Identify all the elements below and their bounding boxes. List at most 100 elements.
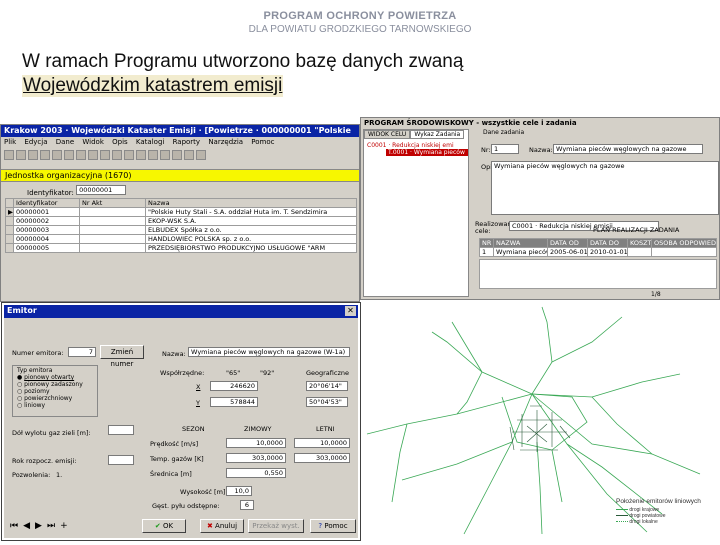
menu-edit[interactable]: Edycja [24, 138, 47, 146]
height-field[interactable]: 10,0 [226, 486, 252, 496]
menu-file[interactable]: Plik [4, 138, 16, 146]
start-year-field[interactable] [108, 455, 134, 465]
cell-akt[interactable] [79, 207, 146, 217]
id-field[interactable]: 00000001 [76, 185, 127, 195]
last-record-icon[interactable] [160, 150, 170, 160]
cell-task-name[interactable]: Wymiana pieców [493, 247, 548, 257]
cell-cost[interactable] [627, 247, 652, 257]
first-record-icon[interactable] [124, 150, 134, 160]
velocity-winter-field[interactable]: 10,0000 [226, 438, 286, 448]
new-record-icon[interactable] [172, 150, 182, 160]
cell-nr[interactable]: 1 [479, 247, 494, 257]
cell-responsible[interactable] [651, 247, 717, 257]
cell-name[interactable]: PRZEDSIĘBIORSTWO PRODUKCYJNO USŁUGOWE "A… [145, 243, 357, 253]
sort-icon[interactable] [112, 150, 122, 160]
help-button[interactable]: ? Pomoc [310, 519, 356, 533]
col-cost[interactable]: KOSZT [627, 238, 652, 248]
col-nr[interactable]: NR [479, 238, 494, 248]
cut-icon[interactable] [52, 150, 62, 160]
name-field[interactable]: Wymiana pieców węglowych na gazowe [553, 144, 703, 154]
menu-data[interactable]: Dane [56, 138, 74, 146]
help-icon[interactable] [196, 150, 206, 160]
delete-record-icon[interactable] [184, 150, 194, 160]
prev-record-icon[interactable]: ◀ [23, 521, 35, 531]
col-responsible[interactable]: OSOBA ODPOWIED [651, 238, 717, 248]
cell-akt[interactable] [79, 216, 146, 226]
diameter-winter-field[interactable]: 0,550 [226, 468, 286, 478]
col-task-name[interactable]: NAZWA [493, 238, 548, 248]
temperature-summer-field[interactable]: 303,0000 [294, 453, 350, 463]
menu-desc[interactable]: Opis [112, 138, 128, 146]
cell-name[interactable]: EKOP-WSK S.A. [145, 216, 357, 226]
emitor-number-field[interactable]: 7 [68, 347, 96, 357]
col-date-from[interactable]: DATA OD [547, 238, 588, 248]
next-record-icon[interactable]: ▶ [35, 521, 47, 531]
velocity-summer-field[interactable]: 10,0000 [294, 438, 350, 448]
x-coord-field[interactable]: 246620 [210, 381, 258, 391]
cell-name[interactable]: "Polskie Huty Stali - S.A. oddział Huta … [145, 207, 357, 217]
print-icon[interactable] [40, 150, 50, 160]
y-geo-field[interactable]: 50°04'53" [306, 397, 348, 407]
dust-density-field[interactable]: 6 [240, 500, 254, 510]
copy-icon[interactable] [64, 150, 74, 160]
tree-item-goal[interactable]: C0001 · Redukcja niskiej emi [364, 142, 468, 149]
col-identifier[interactable]: Identyfikator [13, 198, 80, 208]
menu-catalogs[interactable]: Katalogi [136, 138, 164, 146]
cell-id[interactable]: 00000005 [13, 243, 80, 253]
temperature-winter-field[interactable]: 303,0000 [226, 453, 286, 463]
cell-name[interactable]: HANDLOWIEC POLSKA sp. z o.o. [145, 234, 357, 244]
change-number-button[interactable]: Zmień numer [100, 345, 144, 368]
desc-field[interactable]: Wymiana pieców węglowych na gazowe [491, 161, 719, 215]
y-coord-field[interactable]: 578844 [210, 397, 258, 407]
menu-reports[interactable]: Raporty [173, 138, 201, 146]
type-radio-surface[interactable]: ○ powierzchniowy [17, 395, 97, 402]
cell-akt[interactable] [79, 243, 146, 253]
table-row[interactable]: ▶ 00000001 "Polskie Huty Stali - S.A. od… [5, 207, 357, 217]
col-date-to[interactable]: DATA DO [587, 238, 628, 248]
table-row[interactable]: 00000003 ELBUDEX Spółka z o.o. [5, 225, 357, 235]
tree-item-task[interactable]: T.0001 · Wymiana pieców [386, 149, 468, 156]
cell-akt[interactable] [79, 234, 146, 244]
type-radio-linear[interactable]: ○ liniowy [17, 402, 97, 409]
save-icon[interactable] [28, 150, 38, 160]
next-record-icon[interactable] [148, 150, 158, 160]
table-row[interactable]: 1 Wymiana pieców 2005-06-01 2010-01-01 [479, 247, 717, 257]
cell-id[interactable]: 00000004 [13, 234, 80, 244]
cell-id[interactable]: 00000002 [13, 216, 80, 226]
cell-date-from[interactable]: 2005-06-01 [547, 247, 588, 257]
add-record-icon[interactable]: + [60, 521, 73, 531]
cell-id[interactable]: 00000001 [13, 207, 80, 217]
x-geo-field[interactable]: 20°06'14" [306, 381, 348, 391]
forward-emission-button[interactable]: Przekaż wyst. [248, 519, 304, 533]
menu-help[interactable]: Pomoc [251, 138, 274, 146]
cancel-button[interactable]: ✖ Anuluj [200, 519, 244, 533]
cell-akt[interactable] [79, 225, 146, 235]
prev-record-icon[interactable] [136, 150, 146, 160]
table-row[interactable]: 00000004 HANDLOWIEC POLSKA sp. z o.o. [5, 234, 357, 244]
find-icon[interactable] [88, 150, 98, 160]
last-record-icon[interactable]: ⏭ [47, 521, 60, 531]
menu-view[interactable]: Widok [82, 138, 104, 146]
col-name[interactable]: Nazwa [145, 198, 357, 208]
tab-task-list[interactable]: Wykaz Zadania [410, 130, 465, 139]
table-row[interactable]: 00000005 PRZEDSIĘBIORSTWO PRODUKCYJNO US… [5, 243, 357, 253]
cell-name[interactable]: ELBUDEX Spółka z o.o. [145, 225, 357, 235]
col-akt[interactable]: Nr Akt [79, 198, 146, 208]
tab-goal-view[interactable]: WIDOK CELU [364, 130, 411, 139]
close-icon[interactable]: ✕ [345, 306, 356, 316]
paste-icon[interactable] [76, 150, 86, 160]
ok-button[interactable]: ✔ OK [142, 519, 186, 533]
outlet-field[interactable] [108, 425, 134, 435]
type-radio-vertical-open[interactable]: ● pionowy otwarty [17, 374, 97, 381]
table-row[interactable]: 00000002 EKOP-WSK S.A. [5, 216, 357, 226]
cell-date-to[interactable]: 2010-01-01 [587, 247, 628, 257]
open-icon[interactable] [16, 150, 26, 160]
emitor-name-field[interactable]: Wymiana pieców węglowych na gazowe (W-1a… [188, 347, 350, 357]
cell-id[interactable]: 00000003 [13, 225, 80, 235]
type-radio-horizontal[interactable]: ○ poziomy [17, 388, 97, 395]
nr-field[interactable]: 1 [491, 144, 519, 154]
type-radio-vertical-roofed[interactable]: ○ pionowy zadaszony [17, 381, 97, 388]
first-record-icon[interactable]: ⏮ [10, 521, 23, 531]
filter-icon[interactable] [100, 150, 110, 160]
back-icon[interactable] [4, 150, 14, 160]
